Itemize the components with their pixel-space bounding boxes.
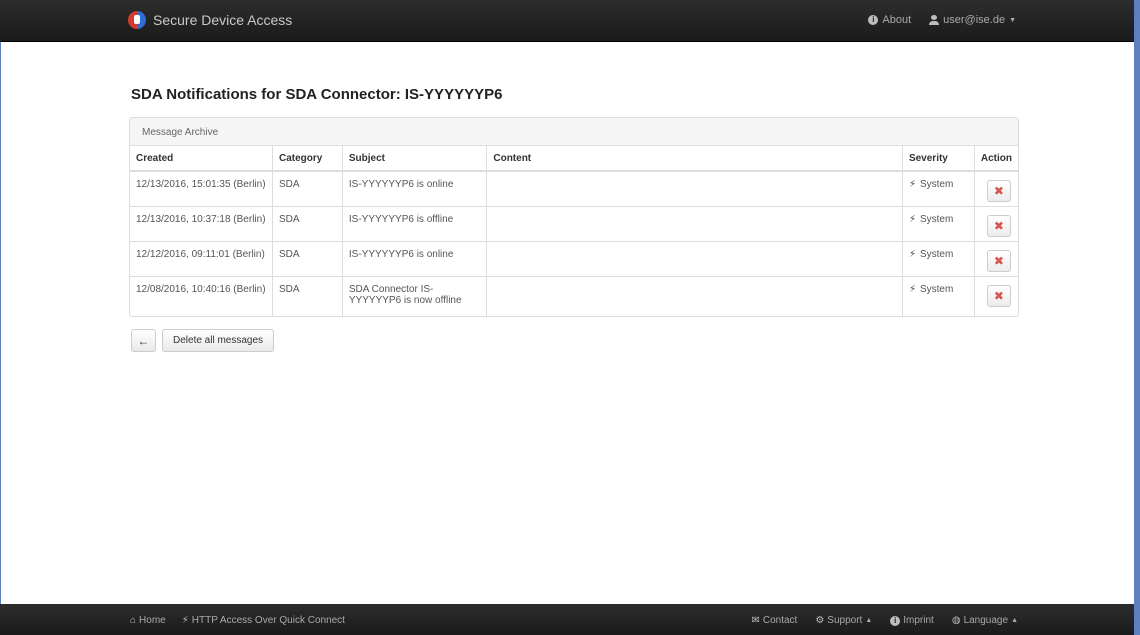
footer-quick-connect-link[interactable]: ⚡ HTTP Access Over Quick Connect — [182, 615, 345, 626]
brand-logo-icon — [128, 11, 146, 29]
footer-contact-link[interactable]: ✉ Contact — [751, 615, 797, 626]
user-menu[interactable]: user@ise.de ▼ — [929, 14, 1016, 26]
cell-action: ✖ — [974, 240, 1018, 276]
column-header-content: Content — [486, 146, 903, 172]
footer-bar: ⌂ Home ⚡ HTTP Access Over Quick Connect … — [0, 604, 1134, 635]
footer-imprint-link[interactable]: i Imprint — [890, 615, 934, 626]
lightning-icon: ⚡ — [181, 615, 189, 626]
top-navbar: Secure Device Access i About user@ise.de… — [0, 0, 1134, 42]
chevron-down-icon: ▼ — [1009, 16, 1016, 24]
cell-created: 12/08/2016, 10:40:16 (Berlin) — [130, 275, 273, 316]
delete-message-button[interactable]: ✖ — [986, 284, 1011, 307]
footer-right: ✉ Contact ⚙ Support ▲ i Imprint ◍ Langua… — [751, 615, 1018, 626]
lightning-icon: ⚡ — [908, 283, 916, 295]
delete-message-button[interactable]: ✖ — [986, 249, 1011, 272]
cell-category: SDA — [272, 240, 343, 276]
table-row: 12/12/2016, 09:11:01 (Berlin) SDA IS-YYY… — [130, 240, 1018, 276]
panel-title: Message Archive — [130, 118, 1018, 146]
column-header-severity: Severity — [902, 146, 975, 172]
home-label: Home — [139, 615, 166, 626]
cell-category: SDA — [272, 275, 343, 316]
chevron-up-icon: ▲ — [865, 617, 873, 624]
home-icon: ⌂ — [130, 615, 137, 626]
cell-action: ✖ — [974, 170, 1018, 206]
cell-category: SDA — [272, 205, 343, 241]
back-button[interactable]: ← — [131, 329, 156, 352]
message-archive-panel: Message Archive Created Category Subject… — [129, 117, 1019, 317]
table-row: 12/13/2016, 15:01:35 (Berlin) SDA IS-YYY… — [130, 170, 1018, 206]
footer-left: ⌂ Home ⚡ HTTP Access Over Quick Connect — [130, 615, 345, 626]
footer-language-menu[interactable]: ◍ Language ▲ — [952, 615, 1018, 626]
gear-icon: ⚙ — [815, 615, 825, 626]
info-icon: i — [868, 15, 879, 25]
table-row: 12/13/2016, 10:37:18 (Berlin) SDA IS-YYY… — [130, 205, 1018, 241]
envelope-icon: ✉ — [751, 615, 760, 626]
column-header-created: Created — [130, 146, 273, 172]
cell-content — [486, 170, 903, 206]
cell-severity: ⚡ System — [902, 170, 975, 206]
brand-link[interactable]: Secure Device Access — [128, 11, 292, 29]
about-link[interactable]: i About — [868, 14, 911, 26]
delete-all-button[interactable]: Delete all messages — [162, 329, 275, 352]
user-label: user@ise.de — [943, 14, 1006, 26]
severity-label: System — [919, 248, 954, 260]
cell-category: SDA — [272, 170, 343, 206]
chevron-up-icon: ▲ — [1011, 617, 1018, 624]
cell-created: 12/13/2016, 10:37:18 (Berlin) — [130, 205, 273, 241]
table-row: 12/08/2016, 10:40:16 (Berlin) SDA SDA Co… — [130, 275, 1018, 316]
lightning-icon: ⚡ — [908, 213, 916, 225]
page-title: SDA Notifications for SDA Connector: IS-… — [131, 86, 503, 103]
delete-message-button[interactable]: ✖ — [986, 180, 1011, 202]
severity-label: System — [919, 179, 954, 190]
imprint-label: Imprint — [903, 615, 934, 626]
user-icon — [929, 15, 940, 25]
brand-title: Secure Device Access — [153, 12, 293, 28]
cell-severity: ⚡ System — [902, 240, 975, 276]
globe-icon: ◍ — [951, 615, 961, 626]
cell-severity: ⚡ System — [902, 205, 975, 241]
info-icon: i — [890, 615, 901, 626]
footer-support-menu[interactable]: ⚙ Support ▲ — [815, 615, 872, 626]
cell-content — [486, 240, 903, 276]
cell-subject: IS-YYYYYYP6 is offline — [342, 205, 488, 241]
cell-created: 12/13/2016, 15:01:35 (Berlin) — [130, 170, 273, 206]
delete-message-button[interactable]: ✖ — [986, 214, 1011, 237]
cell-subject: SDA Connector IS-YYYYYYP6 is now offline — [342, 275, 488, 316]
severity-label: System — [919, 283, 954, 295]
cell-severity: ⚡ System — [902, 275, 975, 316]
cell-action: ✖ — [974, 275, 1018, 316]
column-header-action: Action — [974, 146, 1018, 172]
column-header-subject: Subject — [342, 146, 488, 172]
lightning-icon: ⚡ — [908, 248, 916, 260]
cell-created: 12/12/2016, 09:11:01 (Berlin) — [130, 240, 273, 276]
cell-content — [486, 275, 903, 316]
lightning-icon: ⚡ — [908, 179, 916, 190]
severity-label: System — [919, 213, 954, 225]
language-label: Language — [963, 615, 1009, 626]
cell-subject: IS-YYYYYYP6 is online — [342, 170, 488, 206]
navbar-right: i About user@ise.de ▼ — [868, 14, 1016, 26]
quick-connect-label: HTTP Access Over Quick Connect — [191, 615, 345, 626]
action-buttons: ← Delete all messages — [131, 329, 275, 352]
about-label: About — [882, 14, 912, 26]
cell-subject: IS-YYYYYYP6 is online — [342, 240, 488, 276]
contact-label: Contact — [762, 615, 798, 626]
cell-content — [486, 205, 903, 241]
messages-table: Created Category Subject Content Severit… — [130, 146, 1018, 316]
support-label: Support — [827, 615, 863, 626]
footer-home-link[interactable]: ⌂ Home — [130, 615, 166, 626]
column-header-category: Category — [272, 146, 343, 172]
cell-action: ✖ — [974, 205, 1018, 241]
